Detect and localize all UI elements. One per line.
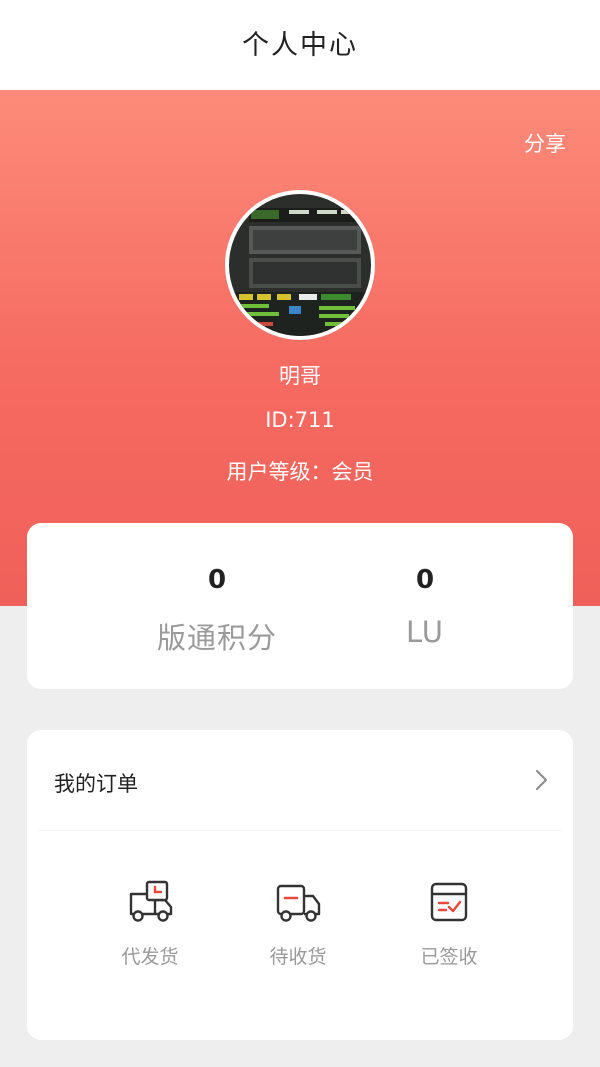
user-name: 明哥	[279, 364, 321, 388]
order-label: 待收货	[269, 946, 327, 968]
divider	[39, 830, 561, 831]
stat-lu[interactable]: 0 LU	[325, 523, 525, 649]
order-label: 代发货	[121, 946, 179, 968]
stat-value: 0	[207, 565, 227, 595]
user-level: 用户等级：会员	[226, 460, 374, 484]
user-id: ID:711	[265, 408, 335, 432]
order-pending-shipment[interactable]: 代发货	[90, 880, 210, 969]
share-button[interactable]: 分享	[524, 128, 566, 158]
order-label: 已签收	[420, 946, 478, 968]
orders-card: 我的订单 代发货 待收货 已签收	[27, 730, 573, 1040]
order-signed[interactable]: 已签收	[389, 880, 509, 969]
order-pending-receipt[interactable]: 待收货	[238, 880, 358, 969]
page-title: 个人中心	[242, 29, 358, 61]
stat-value: 0	[415, 565, 435, 595]
chevron-right-icon[interactable]	[535, 768, 549, 792]
stats-card: 0 版通积分 0 LU	[27, 523, 573, 689]
delivery-truck-clock-icon	[129, 880, 173, 922]
signed-box-icon	[430, 882, 468, 922]
stat-label: 版通积分	[156, 621, 277, 655]
avatar[interactable]	[225, 190, 375, 340]
orders-title[interactable]: 我的订单	[54, 768, 138, 798]
top-bar: 个人中心	[0, 0, 600, 90]
stat-points[interactable]: 0 版通积分	[117, 523, 317, 657]
avatar-image	[229, 194, 371, 336]
stat-label: LU	[406, 615, 444, 649]
truck-icon	[276, 884, 321, 922]
